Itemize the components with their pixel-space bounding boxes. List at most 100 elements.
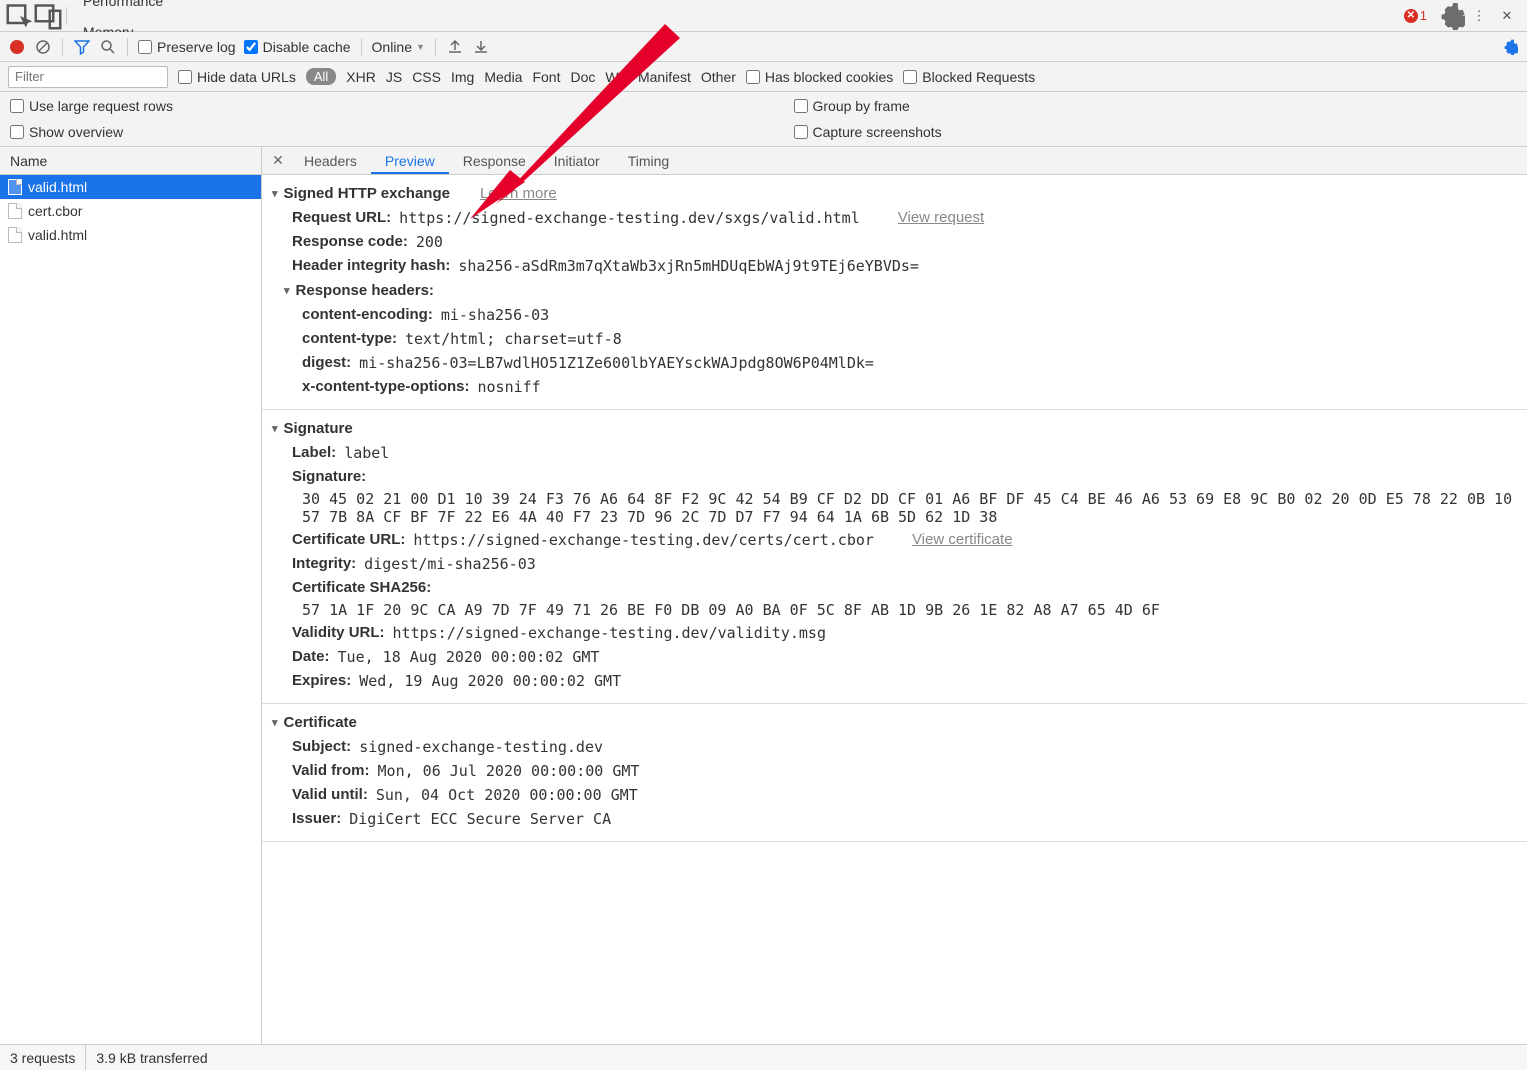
valid-until-value: Sun, 04 Oct 2020 00:00:00 GMT (376, 786, 638, 804)
error-icon[interactable]: ✕ (1404, 9, 1418, 23)
response-header-row: digest:mi-sha256-03=LB7wdlHO51Z1Ze600lbY… (262, 351, 1527, 375)
large-rows-checkbox[interactable]: Use large request rows (10, 98, 734, 114)
expires-label: Expires: (292, 672, 351, 690)
blocked-requests-checkbox[interactable]: Blocked Requests (903, 69, 1035, 85)
learn-more-link[interactable]: Learn more (480, 185, 557, 202)
group-by-frame-checkbox[interactable]: Group by frame (794, 98, 1518, 114)
certificate-section: Certificate Subject:signed-exchange-test… (262, 704, 1527, 842)
search-icon[interactable] (99, 38, 117, 56)
header-name: x-content-type-options: (302, 378, 469, 396)
has-blocked-cookies-checkbox[interactable]: Has blocked cookies (746, 69, 893, 85)
validity-url-label: Validity URL: (292, 624, 385, 642)
filter-type-doc[interactable]: Doc (570, 69, 595, 85)
signature-section: Signature Label:label Signature: 30 45 0… (262, 410, 1527, 704)
issuer-label: Issuer: (292, 810, 341, 828)
close-detail-icon[interactable]: ✕ (266, 152, 290, 169)
request-list: Name valid.html cert.cbor valid.html (0, 147, 262, 1044)
file-icon (8, 203, 22, 219)
more-icon[interactable]: ⋮ (1465, 3, 1493, 29)
detail-tab-timing[interactable]: Timing (614, 147, 684, 174)
filter-type-all[interactable]: All (306, 68, 336, 85)
filter-icon[interactable] (73, 38, 91, 56)
close-icon[interactable]: ✕ (1493, 3, 1521, 29)
filter-type-js[interactable]: JS (386, 69, 402, 85)
issuer-value: DigiCert ECC Secure Server CA (349, 810, 611, 828)
header-value: mi-sha256-03 (441, 306, 549, 324)
header-value: nosniff (477, 378, 540, 396)
expires-value: Wed, 19 Aug 2020 00:00:02 GMT (359, 672, 621, 690)
upload-icon[interactable] (446, 38, 464, 56)
filter-type-manifest[interactable]: Manifest (638, 69, 691, 85)
label-label: Label: (292, 444, 336, 462)
network-settings-icon[interactable] (1501, 38, 1519, 56)
header-value: mi-sha256-03=LB7wdlHO51Z1Ze600lbYAEYsckW… (359, 354, 874, 372)
filter-type-ws[interactable]: WS (605, 69, 628, 85)
filter-bar: Hide data URLs All XHR JS CSS Img Media Font Do… (0, 62, 1527, 92)
file-icon (8, 227, 22, 243)
show-overview-checkbox[interactable]: Show overview (10, 124, 734, 140)
name-column-header[interactable]: Name (0, 147, 261, 175)
response-header-row: content-encoding: mi-sha256-03 (262, 303, 1527, 327)
cert-url-value: https://signed-exchange-testing.dev/cert… (413, 531, 874, 549)
request-count: 3 requests (0, 1045, 86, 1070)
signature-hex: 30 45 02 21 00 D1 10 39 24 F3 76 A6 64 8… (262, 488, 1527, 528)
inspect-icon[interactable] (6, 3, 34, 29)
filter-type-other[interactable]: Other (701, 69, 736, 85)
certificate-section-title: Certificate (284, 714, 357, 731)
divider (66, 7, 67, 25)
file-icon (8, 179, 22, 195)
response-header-row: content-type: text/html; charset=utf-8 (262, 327, 1527, 351)
subject-label: Subject: (292, 738, 351, 756)
response-headers-title: Response headers: (262, 278, 1527, 303)
device-toggle-icon[interactable] (34, 3, 62, 29)
view-request-link[interactable]: View request (898, 209, 984, 227)
error-count[interactable]: 1 (1420, 8, 1427, 23)
detail-tab-preview[interactable]: Preview (371, 147, 449, 174)
filter-type-img[interactable]: Img (451, 69, 474, 85)
record-button[interactable] (8, 38, 26, 56)
response-code-value: 200 (416, 233, 443, 251)
cert-sha256-label: Certificate SHA256: (292, 579, 431, 596)
network-toolbar: Preserve log Disable cache Online▼ (0, 32, 1527, 62)
integrity-value: digest/mi-sha256-03 (364, 555, 536, 573)
detail-tab-bar: ✕ HeadersPreviewResponseInitiatorTiming (262, 147, 1527, 175)
devtools-tab-bar: ElementsConsoleSourcesNetworkPerformance… (0, 0, 1527, 32)
preserve-log-checkbox[interactable]: Preserve log (138, 39, 236, 55)
validity-url-value: https://signed-exchange-testing.dev/vali… (393, 624, 826, 642)
header-value: text/html; charset=utf-8 (405, 330, 622, 348)
filter-input[interactable] (8, 66, 168, 88)
request-item[interactable]: valid.html (0, 223, 261, 247)
response-header-row: x-content-type-options: nosniff (262, 375, 1527, 399)
filter-type-xhr[interactable]: XHR (346, 69, 376, 85)
date-value: Tue, 18 Aug 2020 00:00:02 GMT (338, 648, 600, 666)
download-icon[interactable] (472, 38, 490, 56)
capture-screenshots-checkbox[interactable]: Capture screenshots (794, 124, 1518, 140)
header-name: content-encoding: (302, 306, 433, 324)
request-name: cert.cbor (28, 203, 82, 219)
valid-from-value: Mon, 06 Jul 2020 00:00:00 GMT (378, 762, 640, 780)
disable-cache-checkbox[interactable]: Disable cache (244, 39, 351, 55)
filter-type-font[interactable]: Font (532, 69, 560, 85)
request-item[interactable]: valid.html (0, 175, 261, 199)
header-name: content-type: (302, 330, 397, 348)
request-item[interactable]: cert.cbor (0, 199, 261, 223)
header-integrity-label: Header integrity hash: (292, 257, 450, 275)
settings-icon[interactable] (1437, 3, 1465, 29)
filter-type-css[interactable]: CSS (412, 69, 441, 85)
throttling-select[interactable]: Online▼ (372, 39, 425, 55)
detail-tab-headers[interactable]: Headers (290, 147, 371, 174)
detail-tab-initiator[interactable]: Initiator (540, 147, 614, 174)
date-label: Date: (292, 648, 330, 666)
status-bar: 3 requests 3.9 kB transferred (0, 1044, 1527, 1070)
clear-icon[interactable] (34, 38, 52, 56)
label-value: label (344, 444, 389, 462)
valid-until-label: Valid until: (292, 786, 368, 804)
signature-label: Signature: (292, 468, 366, 485)
response-code-label: Response code: (292, 233, 408, 251)
filter-type-media[interactable]: Media (484, 69, 522, 85)
hide-data-urls-checkbox[interactable]: Hide data URLs (178, 69, 296, 85)
detail-tab-response[interactable]: Response (449, 147, 540, 174)
request-url-value: https://signed-exchange-testing.dev/sxgs… (399, 209, 860, 227)
tab-performance[interactable]: Performance (71, 0, 209, 16)
view-certificate-link[interactable]: View certificate (912, 531, 1013, 549)
